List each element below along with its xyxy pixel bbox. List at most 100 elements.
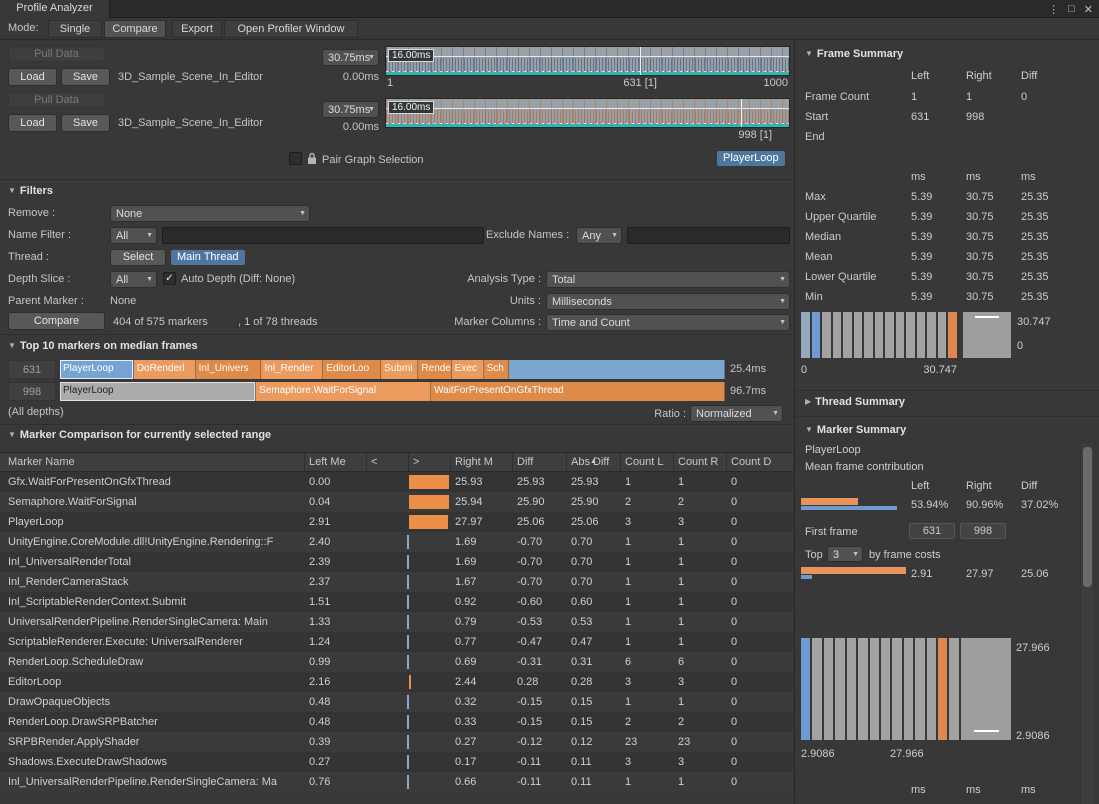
- top10-marker-segment[interactable]: EditorLoo: [323, 360, 381, 379]
- top10-marker-segment[interactable]: [509, 360, 724, 379]
- save-left-button[interactable]: Save: [61, 68, 110, 86]
- column-header-right-bar[interactable]: >: [409, 453, 451, 471]
- marker-columns-dropdown[interactable]: Time and Count▼: [546, 314, 790, 331]
- top10-marker-segment[interactable]: PlayerLoop: [60, 382, 256, 401]
- table-row[interactable]: UnityEngine.CoreModule.dll!UnityEngine.R…: [0, 532, 793, 552]
- table-row[interactable]: ScriptableRenderer.Execute: UniversalRen…: [0, 632, 793, 652]
- column-header-right-median[interactable]: Right M: [451, 453, 513, 471]
- summary-row: End: [795, 128, 1085, 148]
- ratio-dropdown[interactable]: Normalized▼: [690, 405, 783, 422]
- load-right-button[interactable]: Load: [8, 114, 57, 132]
- titlebar: Profile Analyzer ⋮ □ ✕: [0, 0, 1099, 18]
- save-right-button[interactable]: Save: [61, 114, 110, 132]
- table-row[interactable]: Inl_UniversalRenderPipeline.RenderSingle…: [0, 772, 793, 792]
- window-tab[interactable]: Profile Analyzer: [0, 0, 110, 18]
- table-row[interactable]: DrawOpaqueObjects0.480.32-0.150.15110: [0, 692, 793, 712]
- filters-header[interactable]: ▼Filters: [8, 185, 53, 197]
- auto-depth-checkbox[interactable]: ✓: [163, 272, 176, 285]
- table-row[interactable]: UniversalRenderPipeline.RenderSingleCame…: [0, 612, 793, 632]
- exclude-names-input[interactable]: [627, 227, 790, 244]
- column-header-left-bar[interactable]: <: [367, 453, 409, 471]
- top10-marker-segment[interactable]: WaitForPresentOnGfxThread: [431, 382, 725, 401]
- units-dropdown[interactable]: Milliseconds▼: [546, 293, 790, 310]
- right-graph-baseline: [386, 124, 789, 127]
- first-frame-right-button[interactable]: 998: [960, 523, 1006, 539]
- right-frame-graph[interactable]: 16.00ms: [385, 98, 790, 128]
- frame-summary-header[interactable]: ▼Frame Summary: [805, 48, 903, 60]
- table-row[interactable]: RenderLoop.ScheduleDraw0.990.69-0.310.31…: [0, 652, 793, 672]
- top10-marker-segment[interactable]: Inl_Univers: [196, 360, 262, 379]
- diff-bar-right: [409, 475, 449, 489]
- frame-time-histogram[interactable]: [801, 312, 957, 358]
- left-graph-zero-label: 0.00ms: [325, 71, 379, 83]
- table-row[interactable]: Semaphore.WaitForSignal0.0425.9425.9025.…: [0, 492, 793, 512]
- compare-button[interactable]: Compare: [8, 312, 105, 330]
- chevron-down-icon: ▼: [611, 232, 618, 240]
- summary-row: Lower Quartile5.3930.7525.35: [795, 268, 1085, 288]
- top10-marker-segment[interactable]: DoRenderl: [134, 360, 196, 379]
- left-graph-scale-dropdown[interactable]: 30.75ms▼: [322, 49, 379, 66]
- selected-marker-badge[interactable]: PlayerLoop: [717, 151, 785, 166]
- table-row[interactable]: PlayerLoop2.9127.9725.0625.06330: [0, 512, 793, 532]
- pull-data-left-button: Pull Data: [8, 46, 105, 62]
- left-frame-graph[interactable]: 16.00ms: [385, 46, 790, 76]
- maximize-icon[interactable]: □: [1068, 3, 1075, 15]
- top-n-dropdown[interactable]: 3▼: [827, 546, 863, 562]
- top10-marker-segment[interactable]: Sch: [484, 360, 510, 379]
- name-filter-dropdown[interactable]: All▼: [110, 227, 157, 244]
- column-header-count-left[interactable]: Count L: [621, 453, 674, 471]
- column-header-abs-diff[interactable]: ▲Abs Diff: [567, 453, 621, 471]
- column-header-marker-name[interactable]: Marker Name: [0, 453, 305, 471]
- first-frame-left-button[interactable]: 631: [909, 523, 955, 539]
- top10-marker-segment[interactable]: Semaphore.WaitForSignal: [256, 382, 431, 401]
- thread-summary-header[interactable]: ▶Thread Summary: [805, 396, 905, 408]
- left-graph-spikes: [386, 58, 789, 72]
- top10-marker-segment[interactable]: PlayerLoop: [60, 360, 134, 379]
- pair-graph-selection-checkbox[interactable]: [289, 152, 302, 165]
- table-row[interactable]: Gfx.WaitForPresentOnGfxThread0.0025.9325…: [0, 472, 793, 492]
- frame-time-boxplot[interactable]: [963, 312, 1011, 358]
- table-row[interactable]: Shadows.ExecuteDrawShadows0.270.17-0.110…: [0, 752, 793, 772]
- table-row[interactable]: EditorLoop2.162.440.280.28330: [0, 672, 793, 692]
- thread-select-button[interactable]: Select: [110, 249, 166, 266]
- thread-value-badge[interactable]: Main Thread: [171, 250, 245, 265]
- table-row[interactable]: Inl_ScriptableRenderContext.Submit1.510.…: [0, 592, 793, 612]
- load-left-button[interactable]: Load: [8, 68, 57, 86]
- marker-time-boxplot[interactable]: [961, 638, 1011, 740]
- right-graph-selected-frame-cursor[interactable]: [741, 99, 742, 127]
- menu-icon[interactable]: ⋮: [1048, 3, 1059, 16]
- analysis-type-dropdown[interactable]: Total▼: [546, 271, 790, 288]
- exclude-names-dropdown[interactable]: Any▼: [576, 227, 622, 244]
- depth-slice-dropdown[interactable]: All▼: [110, 271, 157, 288]
- marker-comparison-header[interactable]: ▼Marker Comparison for currently selecte…: [8, 429, 271, 441]
- marker-time-histogram[interactable]: [801, 638, 959, 740]
- column-header-count-delta[interactable]: Count D: [727, 453, 779, 471]
- tab-single[interactable]: Single: [48, 20, 102, 38]
- top10-marker-segment[interactable]: Inl_Render: [261, 360, 323, 379]
- marker-summary-header[interactable]: ▼Marker Summary: [805, 424, 906, 436]
- open-profiler-window-button[interactable]: Open Profiler Window: [224, 20, 358, 38]
- top10-marker-segment[interactable]: Rende: [418, 360, 451, 379]
- table-row[interactable]: Inl_RenderCameraStack2.371.67-0.700.7011…: [0, 572, 793, 592]
- right-graph-spikes: [386, 110, 789, 124]
- table-row[interactable]: SRPBRender.ApplyShader0.390.27-0.120.122…: [0, 732, 793, 752]
- top10-marker-segment[interactable]: Exec: [452, 360, 484, 379]
- scrollbar-thumb[interactable]: [1083, 447, 1092, 587]
- histogram-bar: [885, 312, 894, 358]
- marker-summary-scrollbar[interactable]: [1080, 444, 1093, 804]
- column-header-diff[interactable]: Diff: [513, 453, 567, 471]
- column-header-count-right[interactable]: Count R: [674, 453, 727, 471]
- top10-header[interactable]: ▼Top 10 markers on median frames: [8, 340, 198, 352]
- tab-compare[interactable]: Compare: [104, 20, 166, 38]
- left-graph-selected-frame-cursor[interactable]: [640, 47, 641, 75]
- name-filter-input[interactable]: [162, 227, 484, 244]
- remove-dropdown[interactable]: None▼: [110, 205, 310, 222]
- table-row[interactable]: RenderLoop.DrawSRPBatcher0.480.33-0.150.…: [0, 712, 793, 732]
- column-header-left-median[interactable]: Left Me: [305, 453, 367, 471]
- right-graph-scale-dropdown[interactable]: 30.75ms▼: [322, 101, 379, 118]
- histogram-bar: [870, 638, 879, 740]
- export-button[interactable]: Export: [172, 20, 222, 38]
- top10-marker-segment[interactable]: Submi: [381, 360, 418, 379]
- table-row[interactable]: Inl_UniversalRenderTotal2.391.69-0.700.7…: [0, 552, 793, 572]
- close-icon[interactable]: ✕: [1084, 3, 1093, 16]
